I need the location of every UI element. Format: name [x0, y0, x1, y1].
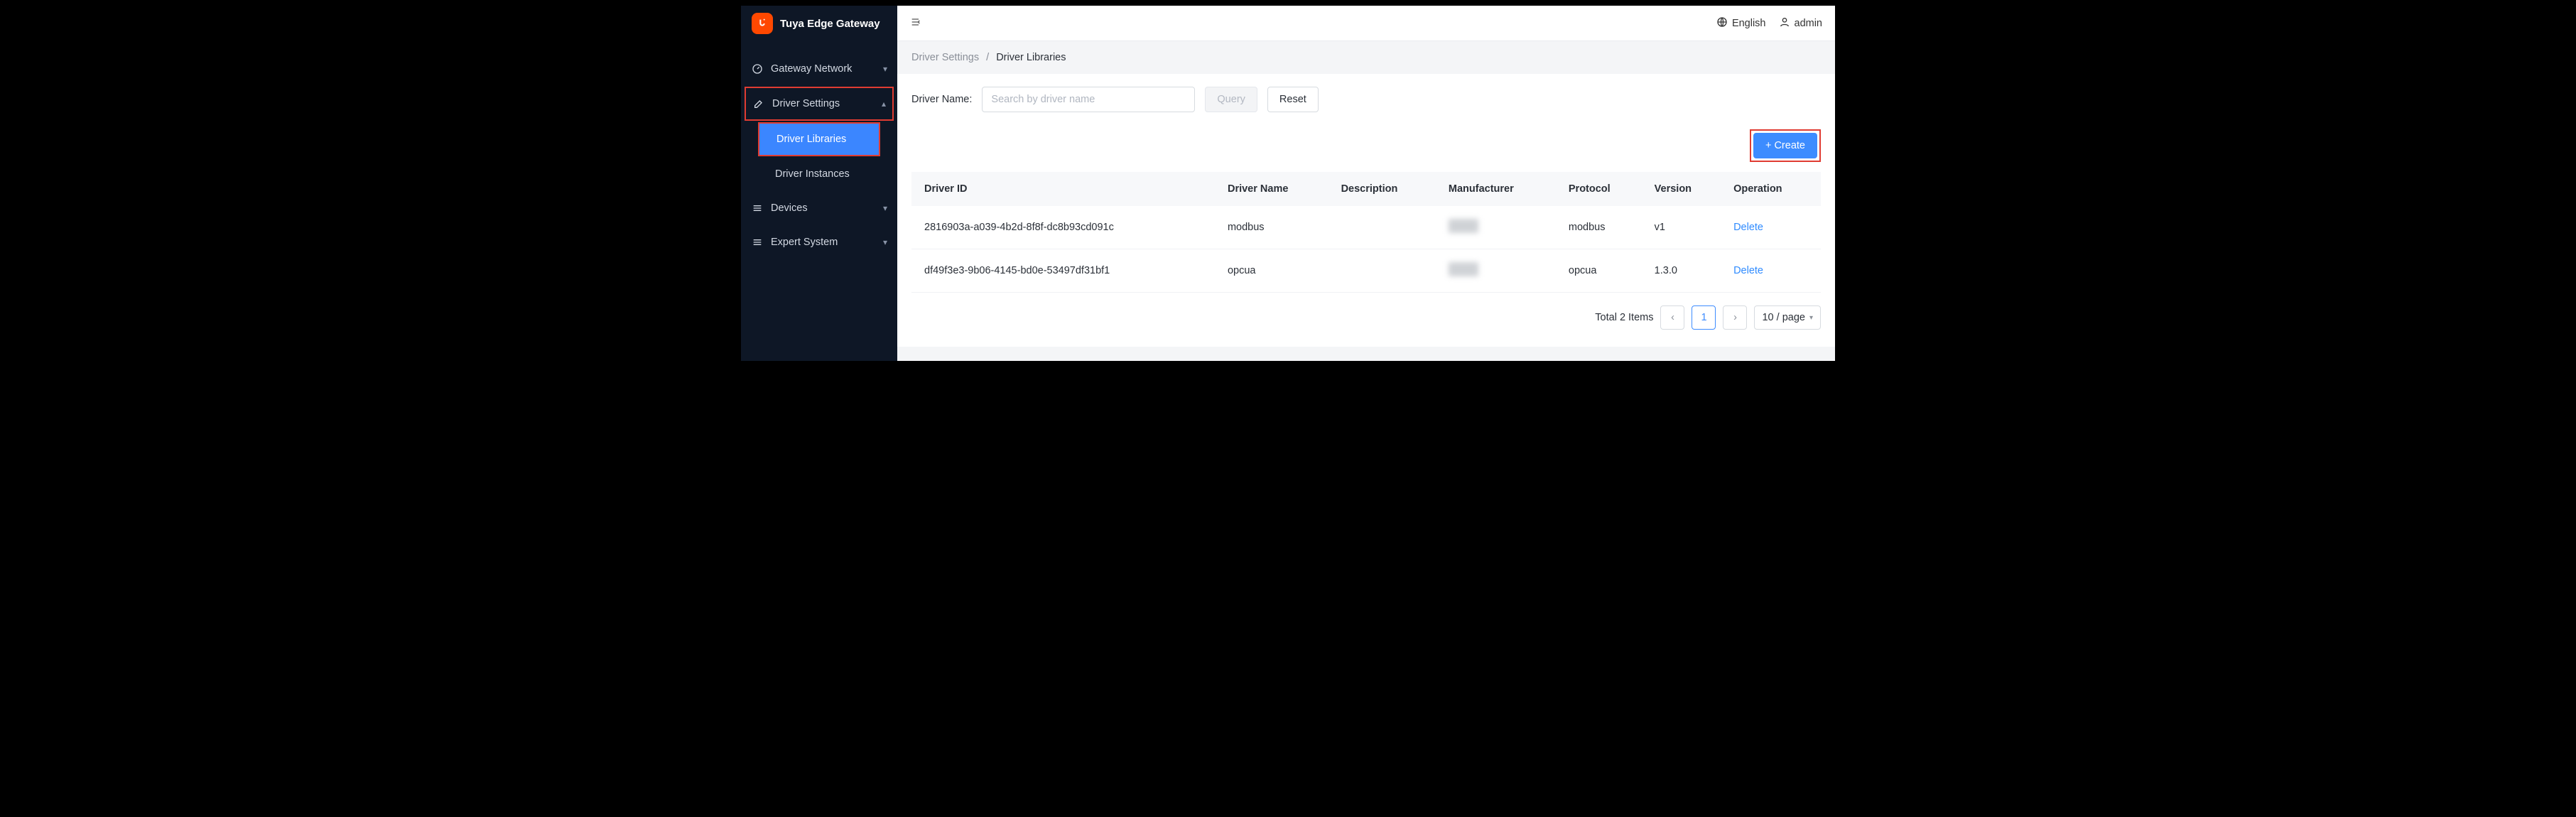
filter-bar: Driver Name: Query Reset — [911, 87, 1821, 112]
user-menu[interactable]: admin — [1779, 16, 1823, 31]
cell-description — [1333, 249, 1440, 293]
sidebar: Tuya Edge Gateway Gateway Network ▾ Driv… — [741, 6, 897, 361]
sidebar-item-label: Driver Settings — [772, 98, 882, 109]
sidebar-item-label: Expert System — [771, 237, 883, 248]
sidebar-item-expert-system[interactable]: Expert System ▾ — [741, 225, 897, 259]
brand-title: Tuya Edge Gateway — [780, 18, 880, 30]
cell-version: 1.3.0 — [1646, 249, 1725, 293]
breadcrumb-current: Driver Libraries — [996, 52, 1066, 63]
cell-protocol: opcua — [1560, 249, 1646, 293]
chevron-down-icon: ▾ — [883, 203, 887, 213]
main: English admin Driver Settings / Driver L… — [897, 6, 1835, 361]
sidebar-subitem-driver-libraries[interactable]: Driver Libraries — [758, 122, 880, 156]
table-header-row: Driver ID Driver Name Description Manufa… — [911, 172, 1821, 206]
brand-logo-icon — [752, 13, 773, 34]
sidebar-item-label: Devices — [771, 202, 883, 214]
language-switcher[interactable]: English — [1716, 16, 1766, 31]
table-row: df49f3e3-9b06-4145-bd0e-53497df31bf1 opc… — [911, 249, 1821, 293]
cell-description — [1333, 206, 1440, 249]
driver-table: Driver ID Driver Name Description Manufa… — [911, 172, 1821, 293]
chevron-down-icon: ▾ — [883, 64, 887, 74]
create-button[interactable]: + Create — [1753, 133, 1817, 158]
cell-version: v1 — [1646, 206, 1725, 249]
driver-name-input[interactable] — [982, 87, 1195, 112]
gauge-icon — [751, 63, 764, 75]
sidebar-subitem-label: Driver Instances — [775, 168, 850, 180]
cell-protocol: modbus — [1560, 206, 1646, 249]
delete-link[interactable]: Delete — [1733, 222, 1763, 233]
pagination-pagesize[interactable]: 10 / page ▾ — [1754, 305, 1821, 330]
sidebar-item-label: Gateway Network — [771, 63, 883, 75]
breadcrumb-separator: / — [986, 52, 989, 63]
sidebar-subitem-label: Driver Libraries — [776, 134, 846, 145]
filter-label: Driver Name: — [911, 94, 972, 105]
list-icon — [751, 202, 764, 215]
reset-button[interactable]: Reset — [1267, 87, 1319, 112]
delete-link[interactable]: Delete — [1733, 265, 1763, 276]
topbar: English admin — [897, 6, 1835, 41]
chevron-down-icon: ▾ — [1809, 314, 1813, 322]
col-description: Description — [1333, 172, 1440, 206]
col-driver-name: Driver Name — [1219, 172, 1333, 206]
breadcrumb-parent[interactable]: Driver Settings — [911, 52, 979, 63]
col-manufacturer: Manufacturer — [1440, 172, 1560, 206]
cell-driver-id: df49f3e3-9b06-4145-bd0e-53497df31bf1 — [911, 249, 1219, 293]
content-panel: Driver Name: Query Reset + Create Driver… — [897, 74, 1835, 347]
language-label: English — [1732, 18, 1766, 29]
col-version: Version — [1646, 172, 1725, 206]
list-icon — [751, 236, 764, 249]
sidebar-item-gateway-network[interactable]: Gateway Network ▾ — [741, 52, 897, 86]
edit-icon — [752, 97, 765, 110]
col-protocol: Protocol — [1560, 172, 1646, 206]
col-operation: Operation — [1725, 172, 1821, 206]
breadcrumb: Driver Settings / Driver Libraries — [897, 41, 1835, 74]
user-icon — [1779, 16, 1790, 31]
globe-icon — [1716, 16, 1728, 31]
pagination-page-1[interactable]: 1 — [1692, 305, 1716, 330]
pagination: Total 2 Items ‹ 1 › 10 / page ▾ — [911, 305, 1821, 330]
chevron-up-icon: ▴ — [882, 99, 886, 109]
sidebar-subitem-driver-instances[interactable]: Driver Instances — [741, 157, 897, 191]
pagination-total: Total 2 Items — [1595, 312, 1653, 323]
cell-driver-name: modbus — [1219, 206, 1333, 249]
table-row: 2816903a-a039-4b2d-8f8f-dc8b93cd091c mod… — [911, 206, 1821, 249]
cell-driver-name: opcua — [1219, 249, 1333, 293]
sidebar-item-driver-settings[interactable]: Driver Settings ▴ — [745, 87, 894, 121]
user-label: admin — [1795, 18, 1823, 29]
cell-driver-id: 2816903a-a039-4b2d-8f8f-dc8b93cd091c — [911, 206, 1219, 249]
pagination-prev[interactable]: ‹ — [1660, 305, 1684, 330]
collapse-sidebar-button[interactable] — [910, 16, 921, 31]
action-bar: + Create — [911, 129, 1821, 162]
query-button[interactable]: Query — [1205, 87, 1257, 112]
sidebar-item-devices[interactable]: Devices ▾ — [741, 191, 897, 225]
pagination-next[interactable]: › — [1723, 305, 1747, 330]
brand: Tuya Edge Gateway — [741, 6, 897, 41]
cell-manufacturer — [1440, 206, 1560, 249]
cell-manufacturer — [1440, 249, 1560, 293]
col-driver-id: Driver ID — [911, 172, 1219, 206]
chevron-down-icon: ▾ — [883, 237, 887, 247]
